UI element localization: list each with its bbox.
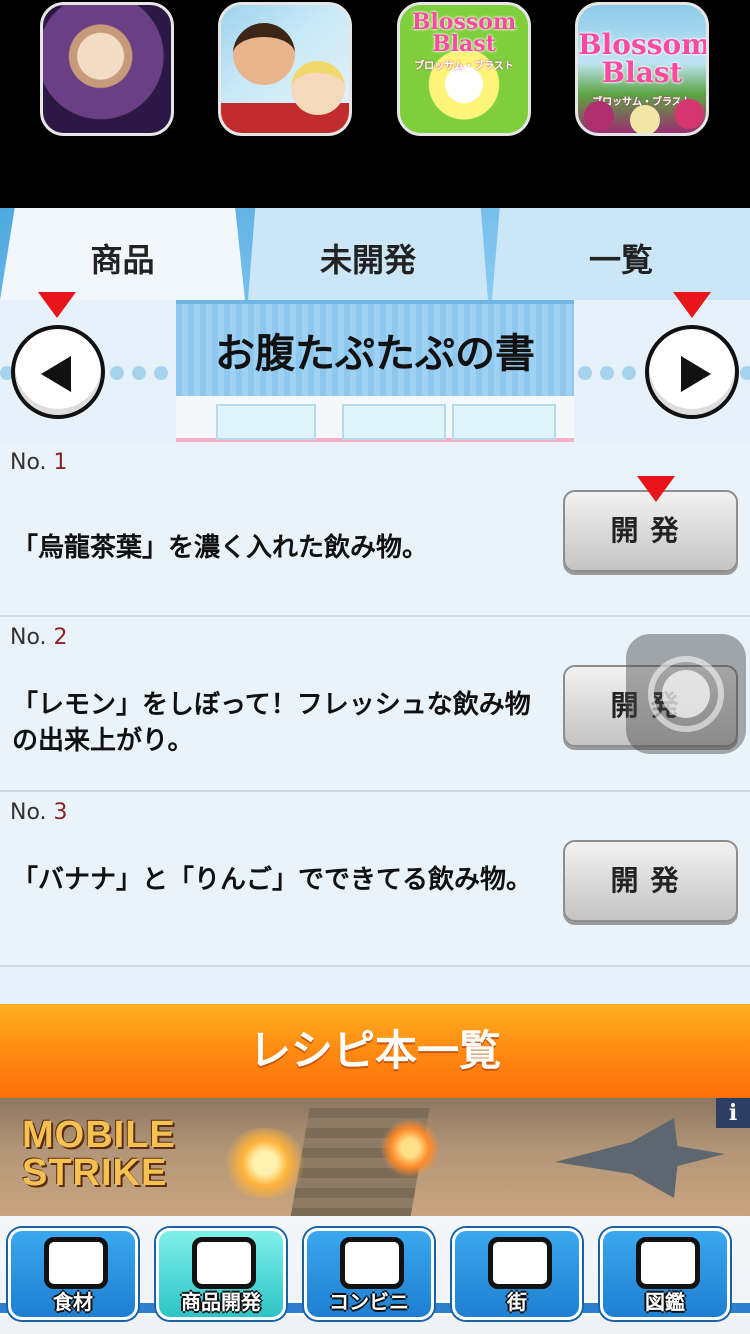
- develop-button[interactable]: 開発: [563, 840, 738, 922]
- flower-graphic: [630, 105, 660, 133]
- recipe-row: No. 1 「烏龍茶葉」を濃く入れた飲み物。 開発: [0, 442, 750, 617]
- nav-ingredients[interactable]: 食材: [8, 1228, 138, 1320]
- app-logo-text: Blossom Blast: [411, 9, 517, 57]
- recipe-description: 「烏龍茶葉」を濃く入れた飲み物。: [12, 533, 429, 563]
- nav-label: 図鑑: [645, 1290, 685, 1314]
- assistive-touch-button[interactable]: [626, 634, 746, 754]
- arrow-right-icon: [681, 356, 711, 392]
- promo-app-icon-3[interactable]: Blossom Blast ブロッサム・ブラスト: [397, 2, 531, 136]
- book-title: お腹たぷたぷの書: [176, 300, 574, 396]
- new-marker-icon: [637, 476, 675, 502]
- window-graphic: [342, 404, 446, 440]
- nav-convenience-store[interactable]: コンビニ: [304, 1228, 434, 1320]
- pager-dots-left: [110, 366, 168, 380]
- next-book-button[interactable]: [645, 325, 739, 419]
- ad-logo-line1: MOBILE: [22, 1114, 176, 1156]
- window-graphic: [452, 404, 556, 440]
- nav-label: コンビニ: [329, 1290, 409, 1314]
- heroine-face-graphic: [291, 61, 345, 115]
- promo-app-icon-4[interactable]: Blossom Blast ブロッサム・ブラスト: [575, 2, 709, 136]
- bottom-nav: 食材 商品開発 コンビニ 街 図鑑: [0, 1216, 750, 1334]
- recipe-book-list-button[interactable]: レシピ本一覧: [0, 1004, 750, 1098]
- assistive-touch-core-icon: [662, 670, 710, 718]
- ad-info-icon[interactable]: i: [716, 1098, 750, 1128]
- app-logo-subtext: ブロッサム・ブラスト: [414, 61, 514, 72]
- buildings-icon: [488, 1237, 552, 1289]
- fish-vegetable-icon: [44, 1237, 108, 1289]
- recipe-description: 「バナナ」と「りんご」でできてる飲み物。: [12, 865, 533, 895]
- jet-graphic: [555, 1118, 725, 1198]
- recipe-number: No. 1: [10, 450, 68, 475]
- recipe-number: No. 3: [10, 800, 68, 825]
- promo-banner: Blossom Blast ブロッサム・ブラスト Blossom Blast ブ…: [0, 0, 750, 208]
- tab-undeveloped[interactable]: 未開発: [248, 208, 488, 300]
- arrow-left-icon: [41, 356, 71, 392]
- recipe-number: No. 2: [10, 625, 68, 650]
- promo-app-icon-2[interactable]: [218, 2, 352, 136]
- ad-logo-line2: STRIKE: [22, 1152, 168, 1194]
- store-icon: [340, 1237, 404, 1289]
- prev-book-button[interactable]: [11, 325, 105, 419]
- book-icon: [636, 1237, 700, 1289]
- explosion-graphic: [220, 1128, 310, 1198]
- flower-graphic: [674, 99, 704, 129]
- nav-label: 街: [507, 1290, 527, 1314]
- nav-encyclopedia[interactable]: 図鑑: [600, 1228, 730, 1320]
- ad-banner[interactable]: MOBILE STRIKE i: [0, 1098, 750, 1216]
- recipe-description: 「レモン」をしぼって！フレッシュな飲み物の出来上がり。: [12, 690, 531, 756]
- window-graphic: [216, 404, 316, 440]
- roll-onigiri-icon: [192, 1237, 256, 1289]
- hero-face-graphic: [233, 23, 295, 85]
- explosion-graphic: [380, 1118, 440, 1178]
- promo-app-icon-1[interactable]: [40, 2, 174, 136]
- flower-graphic: [584, 101, 614, 131]
- product-development-panel: 商品 未開発 一覧 お腹たぷたぷの書 No. 1 「烏龍茶葉」を濃く入れた飲み物…: [0, 208, 750, 1004]
- nav-label: 商品開発: [181, 1290, 261, 1314]
- app-logo-text: Blossom Blast: [578, 28, 709, 89]
- develop-button[interactable]: 開発: [563, 490, 738, 572]
- nav-product-development[interactable]: 商品開発: [156, 1228, 286, 1320]
- ad-logo: MOBILE STRIKE: [22, 1116, 176, 1192]
- tab-list[interactable]: 一覧: [492, 208, 750, 300]
- new-marker-icon: [673, 292, 711, 318]
- new-marker-icon: [38, 292, 76, 318]
- pager-dots-right: [740, 366, 750, 380]
- pager-dots-right: [578, 366, 636, 380]
- store-front-graphic: [176, 396, 574, 442]
- nav-town[interactable]: 街: [452, 1228, 582, 1320]
- tab-products[interactable]: 商品: [0, 208, 245, 300]
- recipe-row: No. 3 「バナナ」と「りんご」でできてる飲み物。 開発: [0, 792, 750, 967]
- nav-label: 食材: [53, 1290, 93, 1314]
